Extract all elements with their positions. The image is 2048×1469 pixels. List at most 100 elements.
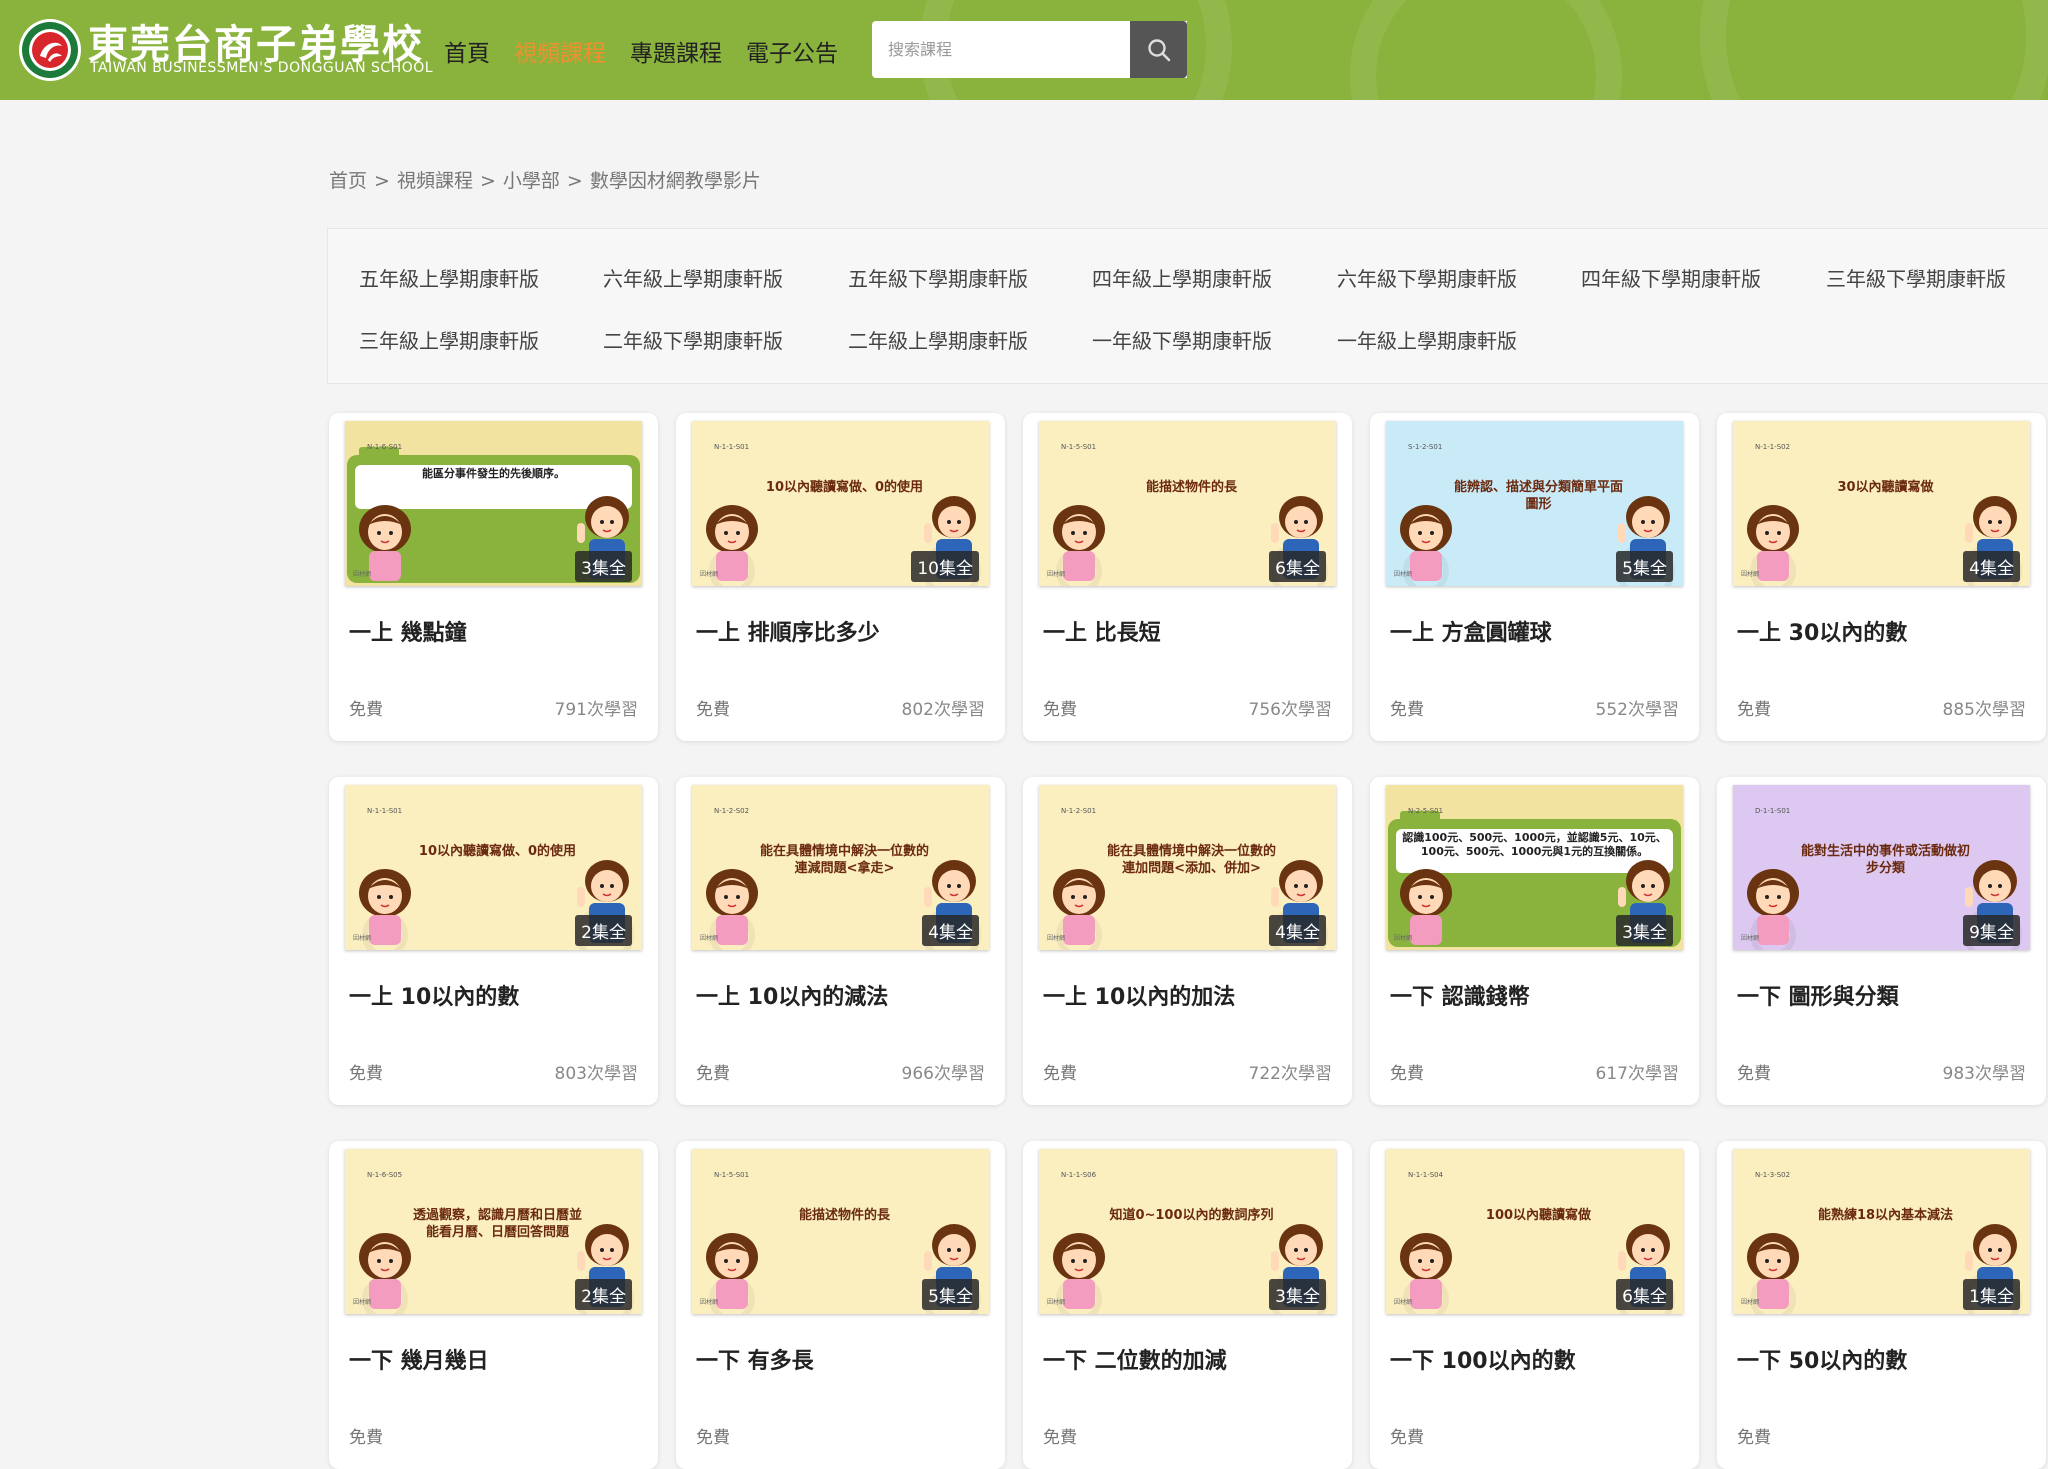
course-thumbnail[interactable]: D-1-1-S01 能對生活中的事件或活動做初步分類 因材網 9集全	[1733, 785, 2030, 950]
course-thumbnail[interactable]: N-1-2-S01 能在具體情境中解決一位數的連加問題<添加、併加> 因材網 4…	[1039, 785, 1336, 950]
publisher-mark-icon: 因材網	[1047, 935, 1066, 942]
course-price: 免費	[1390, 1428, 1424, 1448]
breadcrumb-primary-school[interactable]: 小學部	[503, 170, 560, 192]
publisher-mark-icon: 因材網	[700, 935, 719, 942]
lesson-caption: 10以內聽讀寫做、0的使用	[765, 480, 924, 495]
main-nav: 首頁 視頻課程 專題課程 電子公告	[444, 34, 862, 68]
course-title[interactable]: 一下 100以內的數	[1390, 1343, 1576, 1375]
publisher-mark-icon: 因材網	[1394, 571, 1413, 578]
course-title[interactable]: 一上 10以內的加法	[1043, 979, 1235, 1011]
course-thumbnail[interactable]: N-1-6-S01 能區分事件發生的先後順序。 因材網 3集全	[345, 421, 642, 586]
category-item[interactable]: 六年級上學期康軒版	[603, 263, 783, 292]
course-title[interactable]: 一上 10以內的數	[349, 979, 519, 1011]
category-item[interactable]: 二年級上學期康軒版	[848, 325, 1028, 354]
category-item[interactable]: 四年級上學期康軒版	[1092, 263, 1272, 292]
course-title[interactable]: 一下 有多長	[696, 1343, 814, 1375]
course-card[interactable]: N-1-1-S01 10以內聽讀寫做、0的使用 因材網 2集全 一上 10以內的…	[329, 777, 658, 1105]
course-card[interactable]: N-1-1-S02 30以內聽讀寫做 因材網 4集全 一上 30以內的數 免費 …	[1717, 413, 2046, 741]
course-title[interactable]: 一上 方盒圓罐球	[1390, 615, 1552, 647]
course-title[interactable]: 一下 認識錢幣	[1390, 979, 1530, 1011]
lesson-code: N-1-5-S01	[714, 1171, 750, 1179]
course-card[interactable]: N-1-5-S01 能描述物件的長 因材網 5集全 一下 有多長 免費	[676, 1141, 1005, 1469]
lesson-caption: 能熟練18以內基本減法	[1817, 1208, 1954, 1223]
course-title[interactable]: 一下 50以內的數	[1737, 1343, 1907, 1375]
episode-count-badge: 3集全	[575, 551, 632, 582]
course-card[interactable]: N-2-5-S01 認識100元、500元、1000元，並認識5元、10元、10…	[1370, 777, 1699, 1105]
lesson-code: N-1-5-S01	[1061, 443, 1097, 451]
category-item[interactable]: 三年級上學期康軒版	[359, 325, 539, 354]
course-title[interactable]: 一下 二位數的加減	[1043, 1343, 1227, 1375]
course-thumbnail[interactable]: N-1-1-S01 10以內聽讀寫做、0的使用 因材網 10集全	[692, 421, 989, 586]
course-thumbnail[interactable]: N-1-5-S01 能描述物件的長 因材網 6集全	[1039, 421, 1336, 586]
course-price: 免費	[349, 1064, 383, 1084]
nav-video-courses[interactable]: 視頻課程	[514, 34, 606, 68]
lesson-code: N-2-5-S01	[1408, 807, 1444, 815]
episode-count-badge: 3集全	[1269, 1279, 1326, 1310]
category-item[interactable]: 二年級下學期康軒版	[603, 325, 783, 354]
episode-count-badge: 3集全	[1616, 915, 1673, 946]
course-card[interactable]: N-1-2-S01 能在具體情境中解決一位數的連加問題<添加、併加> 因材網 4…	[1023, 777, 1352, 1105]
course-card[interactable]: N-1-6-S01 能區分事件發生的先後順序。 因材網 3集全 一上 幾點鐘 免…	[329, 413, 658, 741]
category-item[interactable]: 一年級上學期康軒版	[1337, 325, 1517, 354]
course-thumbnail[interactable]: N-1-1-S04 100以內聽讀寫做 因材網 6集全	[1386, 1149, 1683, 1314]
course-card[interactable]: N-1-1-S06 知道0~100以內的數詞序列 因材網 3集全 一下 二位數的…	[1023, 1141, 1352, 1469]
publisher-mark-icon: 因材網	[700, 1299, 719, 1306]
course-title[interactable]: 一上 排順序比多少	[696, 615, 880, 647]
header-decoration	[1700, 0, 2048, 100]
course-thumbnail[interactable]: N-1-3-S02 能熟練18以內基本減法 因材網 1集全	[1733, 1149, 2030, 1314]
nav-topic-courses[interactable]: 專題課程	[630, 34, 722, 68]
course-price: 免費	[1737, 700, 1771, 720]
episode-count-badge: 4集全	[1963, 551, 2020, 582]
episode-count-badge: 2集全	[575, 1279, 632, 1310]
publisher-mark-icon: 因材網	[1047, 571, 1066, 578]
category-item[interactable]: 三年級下學期康軒版	[1826, 263, 2006, 292]
course-card[interactable]: S-1-2-S01 能辨認、描述與分類簡單平面圖形 因材網 5集全 一上 方盒圓…	[1370, 413, 1699, 741]
nav-announcements[interactable]: 電子公告	[746, 34, 838, 68]
course-card[interactable]: D-1-1-S01 能對生活中的事件或活動做初步分類 因材網 9集全 一下 圖形…	[1717, 777, 2046, 1105]
breadcrumb-home[interactable]: 首页	[329, 170, 367, 192]
course-price: 免費	[1390, 1064, 1424, 1084]
course-thumbnail[interactable]: N-2-5-S01 認識100元、500元、1000元，並認識5元、10元、10…	[1386, 785, 1683, 950]
lesson-caption: 能辨認、描述與分類簡單平面圖形	[1454, 480, 1624, 512]
category-item[interactable]: 五年級下學期康軒版	[848, 263, 1028, 292]
breadcrumb-separator: >	[374, 170, 390, 192]
course-title[interactable]: 一上 30以內的數	[1737, 615, 1907, 647]
breadcrumb-separator: >	[479, 170, 496, 192]
publisher-mark-icon: 因材網	[1741, 935, 1760, 942]
publisher-mark-icon: 因材網	[700, 571, 719, 578]
course-card[interactable]: N-1-2-S02 能在具體情境中解決一位數的連減問題<拿走> 因材網 4集全 …	[676, 777, 1005, 1105]
study-count: 885次學習	[1942, 700, 2026, 720]
category-item[interactable]: 四年級下學期康軒版	[1581, 263, 1761, 292]
course-card[interactable]: N-1-6-S05 透過觀察，認識月曆和日曆並能看月曆、日曆回答問題 因材網 2…	[329, 1141, 658, 1469]
header-decoration	[1350, 0, 1622, 100]
course-title[interactable]: 一上 幾點鐘	[349, 615, 467, 647]
course-thumbnail[interactable]: N-1-5-S01 能描述物件的長 因材網 5集全	[692, 1149, 989, 1314]
course-card[interactable]: N-1-5-S01 能描述物件的長 因材網 6集全 一上 比長短 免費 756次…	[1023, 413, 1352, 741]
school-logo-icon[interactable]	[18, 18, 82, 82]
course-thumbnail[interactable]: S-1-2-S01 能辨認、描述與分類簡單平面圖形 因材網 5集全	[1386, 421, 1683, 586]
course-card[interactable]: N-1-1-S04 100以內聽讀寫做 因材網 6集全 一下 100以內的數 免…	[1370, 1141, 1699, 1469]
course-title[interactable]: 一下 圖形與分類	[1737, 979, 1899, 1011]
nav-home[interactable]: 首頁	[444, 34, 490, 68]
lesson-code: N-1-2-S01	[1061, 807, 1097, 815]
lesson-caption: 能在具體情境中解決一位數的連加問題<添加、併加>	[1107, 844, 1277, 876]
course-title[interactable]: 一下 幾月幾日	[349, 1343, 489, 1375]
brand-name-english[interactable]: TAIWAN BUSINESSMEN'S DONGGUAN SCHOOL	[90, 60, 433, 76]
breadcrumb-video-courses[interactable]: 視頻課程	[397, 170, 473, 192]
course-thumbnail[interactable]: N-1-6-S05 透過觀察，認識月曆和日曆並能看月曆、日曆回答問題 因材網 2…	[345, 1149, 642, 1314]
course-title[interactable]: 一上 10以內的減法	[696, 979, 888, 1011]
category-item[interactable]: 六年級下學期康軒版	[1337, 263, 1517, 292]
course-card[interactable]: N-1-1-S01 10以內聽讀寫做、0的使用 因材網 10集全 一上 排順序比…	[676, 413, 1005, 741]
course-thumbnail[interactable]: N-1-2-S02 能在具體情境中解決一位數的連減問題<拿走> 因材網 4集全	[692, 785, 989, 950]
study-count: 756次學習	[1248, 700, 1332, 720]
course-thumbnail[interactable]: N-1-1-S06 知道0~100以內的數詞序列 因材網 3集全	[1039, 1149, 1336, 1314]
course-card[interactable]: N-1-3-S02 能熟練18以內基本減法 因材網 1集全 一下 50以內的數 …	[1717, 1141, 2046, 1469]
course-thumbnail[interactable]: N-1-1-S02 30以內聽讀寫做 因材網 4集全	[1733, 421, 2030, 586]
study-count: 617次學習	[1595, 1064, 1679, 1084]
lesson-code: N-1-1-S01	[714, 443, 750, 451]
course-thumbnail[interactable]: N-1-1-S01 10以內聽讀寫做、0的使用 因材網 2集全	[345, 785, 642, 950]
category-item[interactable]: 五年級上學期康軒版	[359, 263, 539, 292]
course-title[interactable]: 一上 比長短	[1043, 615, 1161, 647]
search-button[interactable]	[1130, 21, 1187, 78]
category-item[interactable]: 一年級下學期康軒版	[1092, 325, 1272, 354]
